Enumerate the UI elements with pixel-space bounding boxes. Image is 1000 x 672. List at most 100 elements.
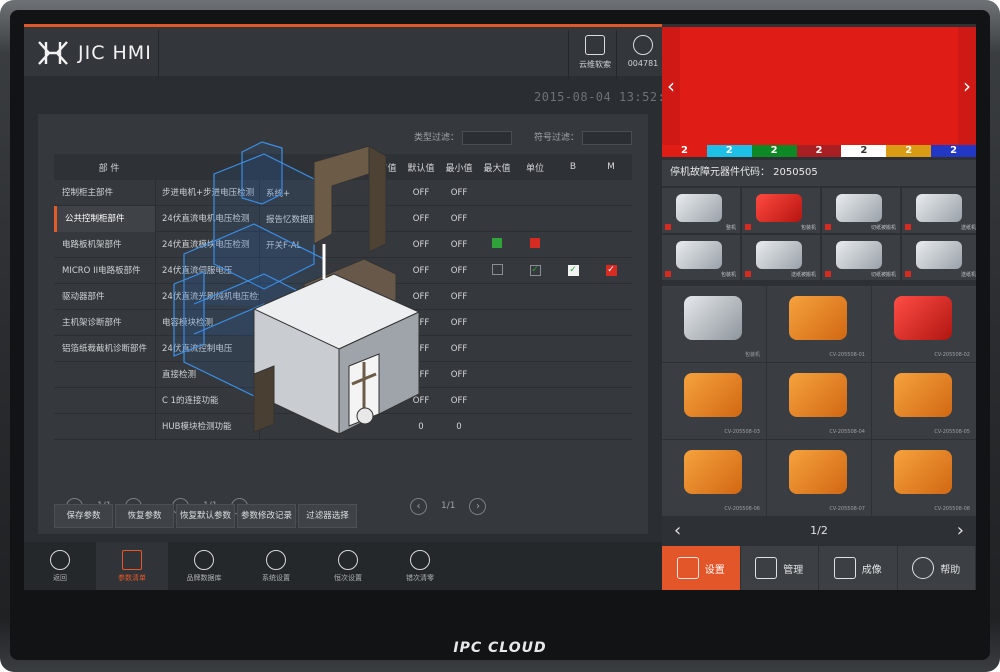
save-params-button[interactable]: 保存参数 bbox=[54, 504, 113, 528]
status-color-strip: 2222222 bbox=[662, 145, 976, 157]
component-gallery: 包装机 CV-205508-01 CV-205508-02 CV-205508-03 C… bbox=[662, 286, 976, 516]
divider bbox=[158, 30, 159, 79]
help-label: 帮助 bbox=[940, 564, 961, 576]
type-filter[interactable]: 类型过滤： bbox=[414, 130, 513, 145]
component-card[interactable]: CV-205508-07 bbox=[767, 440, 871, 516]
alarm-dot-icon bbox=[745, 224, 751, 230]
bottom-nav-item[interactable]: 错次清零 bbox=[384, 542, 456, 590]
gallery-next-button[interactable]: › bbox=[957, 520, 964, 541]
imaging-tab[interactable]: 成像 bbox=[819, 546, 898, 590]
alarm-dot-icon bbox=[825, 271, 831, 277]
component-image bbox=[789, 450, 847, 494]
bottom-nav-label: 返回 bbox=[53, 574, 67, 582]
filter-select-button[interactable]: 过滤器选择 bbox=[298, 504, 357, 528]
nav-icon bbox=[122, 550, 142, 570]
checkbox-checked[interactable]: ✓ bbox=[529, 265, 541, 276]
component-card[interactable]: 包装机 bbox=[662, 286, 766, 362]
min-value-cell: OFF bbox=[450, 265, 468, 276]
machine-thumbnail[interactable]: 送纸被搬机 bbox=[742, 235, 820, 280]
machine-thumbnail[interactable]: 送纸机 bbox=[902, 188, 976, 233]
next-page-button[interactable]: › bbox=[469, 497, 487, 515]
thumbnail-caption: 送纸被搬机 bbox=[790, 272, 816, 278]
component-image bbox=[684, 450, 742, 494]
part-cell[interactable]: 公共控制柜部件 bbox=[54, 205, 156, 232]
part-cell[interactable]: 驱动器部件 bbox=[54, 283, 156, 310]
machine-thumbnails: 整机 包装机 切纸被搬机 送纸机 包装机 送纸被搬机 切纸被搬机 送纸机 bbox=[662, 188, 976, 280]
max-value-cell bbox=[478, 238, 516, 251]
image-icon bbox=[833, 557, 856, 579]
component-image bbox=[894, 296, 952, 340]
part-cell bbox=[54, 387, 156, 414]
banner-prev-button[interactable]: ‹ bbox=[662, 27, 680, 145]
checkbox-checked[interactable]: ✓ bbox=[567, 265, 579, 276]
cloud-software-button[interactable]: 云维软索 bbox=[570, 35, 620, 75]
restore-default-button[interactable]: 恢复默认参数 bbox=[176, 504, 235, 528]
component-label: 包装机 bbox=[744, 352, 760, 358]
part-cell[interactable]: MICRO II电路板部件 bbox=[54, 257, 156, 284]
component-card[interactable]: CV-205508-05 bbox=[872, 363, 976, 439]
restore-params-button[interactable]: 恢复参数 bbox=[115, 504, 174, 528]
nav-icon bbox=[410, 550, 430, 570]
bottom-nav-item[interactable]: 品牌数据库 bbox=[168, 542, 240, 590]
b-cell: ✓ bbox=[554, 265, 592, 276]
bottom-nav-label: 系统设置 bbox=[262, 574, 290, 582]
component-image bbox=[684, 373, 742, 417]
min-value-cell: OFF bbox=[450, 343, 468, 354]
symbol-filter[interactable]: 符号过滤： bbox=[534, 130, 633, 145]
machine-thumbnail[interactable]: 整机 bbox=[662, 188, 740, 233]
bottom-nav-item[interactable]: 系统设置 bbox=[240, 542, 312, 590]
machine-thumbnail[interactable]: 切纸被搬机 bbox=[822, 235, 900, 280]
bottom-nav-item[interactable]: 参数清单 bbox=[96, 542, 168, 590]
part-cell[interactable]: 铝箔纸裁截机诊断部件 bbox=[54, 335, 156, 362]
unit-cell: ✓ bbox=[516, 265, 554, 276]
part-cell[interactable]: 控制柜主部件 bbox=[54, 179, 156, 206]
machine-thumbnail[interactable]: 送纸机 bbox=[902, 235, 976, 280]
bottom-nav-label: 错次清零 bbox=[406, 574, 434, 582]
user-button[interactable]: 004781 bbox=[618, 35, 668, 75]
component-card[interactable]: CV-205508-03 bbox=[662, 363, 766, 439]
alarm-dot-icon bbox=[665, 271, 671, 277]
machine-thumbnail[interactable]: 切纸被搬机 bbox=[822, 188, 900, 233]
app-logo[interactable]: JIC HMI bbox=[30, 30, 158, 76]
machine-image bbox=[676, 194, 722, 222]
gallery-prev-button[interactable]: ‹ bbox=[674, 520, 681, 541]
nav-icon bbox=[338, 550, 358, 570]
component-card[interactable]: CV-205508-08 bbox=[872, 440, 976, 516]
manage-tab[interactable]: 管理 bbox=[740, 546, 819, 590]
component-card[interactable]: CV-205508-01 bbox=[767, 286, 871, 362]
min-value-cell: OFF bbox=[450, 291, 468, 302]
component-card[interactable]: CV-205508-04 bbox=[767, 363, 871, 439]
machine-3d-illustration bbox=[173, 141, 421, 435]
symbol-filter-input[interactable] bbox=[582, 130, 633, 145]
status-count-cell: 2 bbox=[886, 145, 932, 157]
document-icon bbox=[585, 35, 605, 55]
app-title: JIC HMI bbox=[78, 42, 152, 64]
part-cell[interactable]: 电路板机架部件 bbox=[54, 231, 156, 258]
checkbox[interactable] bbox=[491, 263, 503, 275]
machine-thumbnail[interactable]: 包装机 bbox=[742, 188, 820, 233]
imaging-label: 成像 bbox=[861, 564, 882, 576]
checkbox-checked[interactable]: ✓ bbox=[605, 265, 617, 276]
gallery-pager: ‹ 1/2 › bbox=[662, 516, 976, 544]
machine-thumbnail[interactable]: 包装机 bbox=[662, 235, 740, 280]
bottom-nav-item[interactable]: 恒次设置 bbox=[312, 542, 384, 590]
col-header-part: 部 件 bbox=[98, 163, 120, 174]
machine-image bbox=[916, 241, 962, 269]
change-log-button[interactable]: 参数修改记录 bbox=[237, 504, 296, 528]
settings-tab[interactable]: 设置 bbox=[662, 546, 741, 590]
min-value-cell: OFF bbox=[450, 187, 468, 198]
col-header-max: 最大值 bbox=[483, 163, 511, 174]
status-count-cell: 2 bbox=[796, 145, 842, 157]
component-card[interactable]: CV-205508-06 bbox=[662, 440, 766, 516]
type-filter-input[interactable] bbox=[462, 130, 513, 145]
machine-image bbox=[836, 241, 882, 269]
prev-page-button[interactable]: ‹ bbox=[410, 497, 427, 515]
component-image bbox=[789, 296, 847, 340]
bottom-nav-item[interactable]: 返回 bbox=[24, 542, 96, 590]
banner-next-button[interactable]: › bbox=[958, 27, 976, 145]
part-cell[interactable]: 主机架诊断部件 bbox=[54, 309, 156, 336]
component-card[interactable]: CV-205508-02 bbox=[872, 286, 976, 362]
component-label: CV-205508-01 bbox=[829, 352, 865, 358]
bottom-navigation: 返回 参数清单 品牌数据库 系统设置 恒次设置 错次清零 bbox=[24, 542, 662, 590]
help-tab[interactable]: 帮助 bbox=[897, 546, 976, 590]
